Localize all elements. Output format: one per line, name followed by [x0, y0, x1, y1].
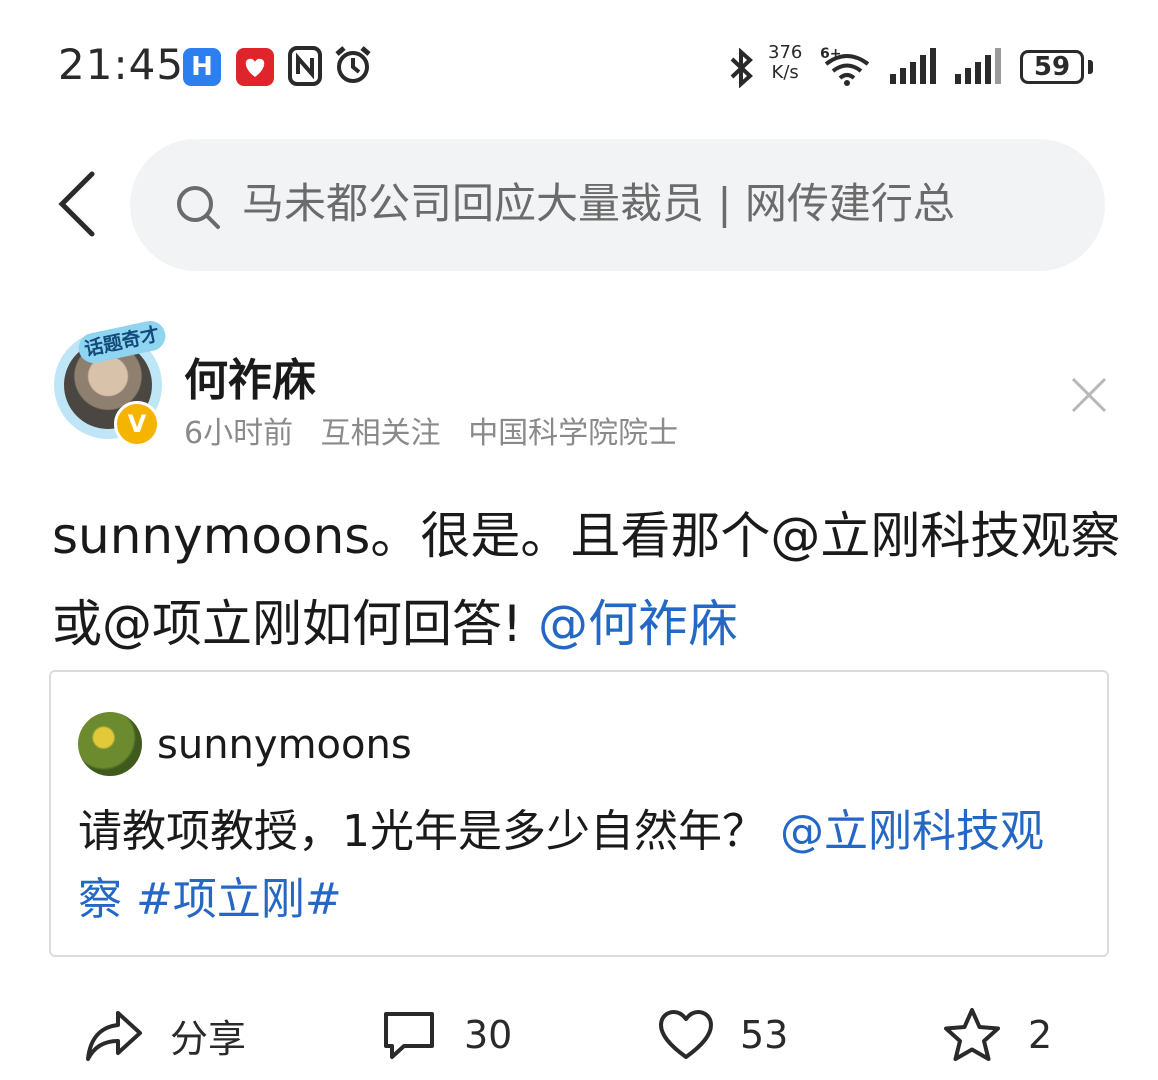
- action-bar: 分享 30 53 2: [0, 990, 1158, 1080]
- quoted-post-text: 请教项教授，1光年是多少自然年？ @立刚科技观察 #项立刚#: [78, 798, 1078, 934]
- author-avatar[interactable]: 话题奇才 V: [48, 318, 169, 447]
- share-button[interactable]: 分享: [84, 990, 246, 1080]
- signal-icon: [955, 48, 1005, 88]
- wifi-6-icon: 6+: [820, 44, 874, 86]
- comment-button[interactable]: 30: [380, 990, 512, 1080]
- quoted-author-name[interactable]: sunnymoons: [157, 722, 412, 768]
- favorite-count: 2: [1028, 1013, 1053, 1057]
- back-button[interactable]: [52, 168, 112, 240]
- share-label: 分享: [170, 1016, 247, 1061]
- battery-indicator: 59: [1020, 50, 1084, 84]
- like-button[interactable]: 53: [658, 990, 788, 1080]
- search-suggestion-text[interactable]: 马未都公司回应大量裁员 | 网传建行总: [242, 176, 1057, 232]
- status-bar: 21:45 H 376 K/s 6+ 59: [0, 0, 1158, 130]
- network-speed: 376 K/s: [768, 43, 802, 83]
- search-icon: [177, 186, 220, 229]
- share-icon: [86, 1011, 142, 1061]
- comment-icon: [384, 1012, 434, 1059]
- clock: 21:45: [58, 40, 185, 89]
- quoted-text-body: 请教项教授，1光年是多少自然年？: [78, 806, 766, 857]
- author-name[interactable]: 何祚庥: [184, 344, 316, 408]
- close-icon: [1071, 377, 1107, 413]
- post-time: 6小时前: [184, 416, 294, 451]
- favorite-button[interactable]: 2: [942, 990, 1052, 1080]
- network-speed-value: 376: [768, 42, 803, 63]
- network-speed-unit: K/s: [771, 62, 799, 83]
- battery-tip: [1088, 60, 1093, 74]
- bluetooth-icon: [726, 47, 756, 89]
- chevron-left-icon: [58, 171, 95, 237]
- heart-icon: [659, 1010, 713, 1059]
- harmony-app-icon: H: [183, 48, 221, 86]
- mutual-follow-label: 互相关注: [320, 416, 441, 451]
- alarm-icon: [333, 44, 373, 84]
- post-text: sunnymoons。很是。且看那个@立刚科技观察或@项立刚如何回答! @何祚庥: [52, 492, 1122, 668]
- verified-badge-icon: V: [114, 401, 160, 447]
- quoted-post[interactable]: sunnymoons 请教项教授，1光年是多少自然年？ @立刚科技观察 #项立刚…: [49, 670, 1109, 957]
- star-icon: [944, 1008, 1000, 1061]
- quoted-author-avatar[interactable]: [78, 712, 142, 776]
- nfc-icon: [288, 46, 322, 86]
- signal-icon: [890, 48, 940, 88]
- author-title: 中国科学院院士: [468, 416, 679, 451]
- pinduoduo-icon: [236, 48, 274, 86]
- close-button[interactable]: [1070, 376, 1108, 418]
- comment-count: 30: [464, 1013, 513, 1057]
- like-count: 53: [740, 1013, 789, 1057]
- mention-link[interactable]: @何祚庥: [538, 595, 738, 653]
- search-bar[interactable]: 马未都公司回应大量裁员 | 网传建行总: [130, 139, 1105, 271]
- post-meta: 6小时前 互相关注 中国科学院院士: [184, 408, 696, 452]
